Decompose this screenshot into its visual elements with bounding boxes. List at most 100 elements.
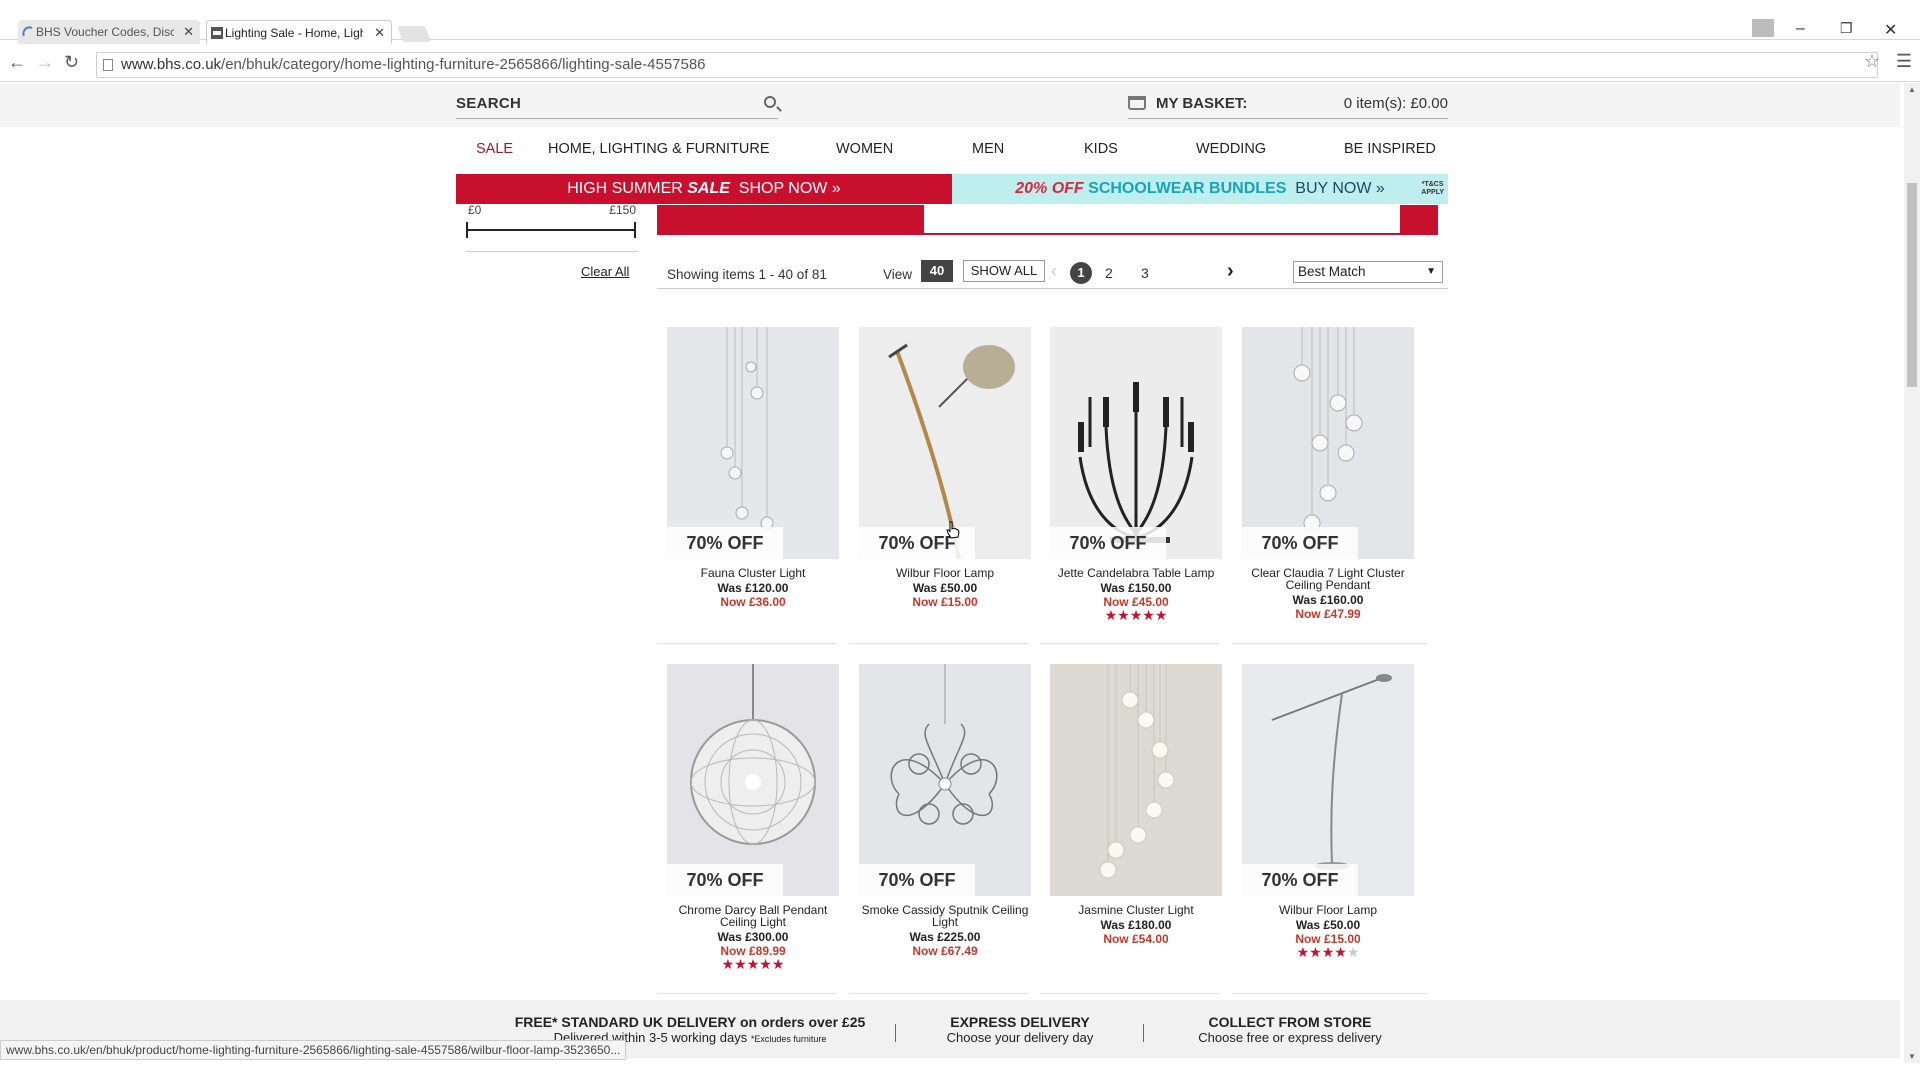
nav-men[interactable]: MEN	[972, 141, 1004, 157]
nav-home-lighting-furniture[interactable]: HOME, LIGHTING & FURNITURE	[548, 141, 770, 157]
close-window-icon[interactable]: ✕	[1884, 20, 1897, 40]
promo-shop-now: SHOP NOW »	[738, 180, 841, 197]
sort-select[interactable]: Best Match ▼	[1293, 261, 1443, 283]
product-name[interactable]: Jette Candelabra Table Lamp	[1050, 567, 1222, 579]
page-1-button[interactable]: 1	[1070, 262, 1092, 284]
divider	[895, 1024, 896, 1042]
page-2-link[interactable]: 2	[1105, 265, 1113, 281]
view-label: View	[883, 267, 913, 282]
bookmark-star-icon[interactable]: ☆	[1864, 51, 1880, 72]
search-icon[interactable]	[764, 96, 776, 108]
product-image[interactable]: 70% OFF	[667, 664, 839, 896]
promo-summer-sale[interactable]: HIGH SUMMER SALE SHOP NOW »	[456, 174, 952, 204]
restore-icon[interactable]: ❐	[1840, 20, 1853, 37]
new-tab-button[interactable]	[397, 26, 431, 42]
product-name[interactable]: Wilbur Floor Lamp	[859, 567, 1031, 579]
product-image[interactable]: 70% OFF	[1242, 327, 1414, 559]
profile-icon[interactable]	[1752, 19, 1774, 37]
view-40-button[interactable]: 40	[921, 260, 953, 282]
nav-sale[interactable]: SALE	[476, 141, 513, 157]
product-image[interactable]: 70% OFF	[859, 664, 1031, 896]
browser-menu-icon[interactable]: ☰	[1896, 51, 1912, 72]
divider	[466, 251, 638, 252]
price-slider-track[interactable]	[466, 229, 636, 231]
star-filled-icon: ★	[1104, 607, 1118, 623]
product-was-price: Was £180.00	[1100, 918, 1172, 932]
product-name[interactable]: Wilbur Floor Lamp	[1242, 904, 1414, 916]
collect-from-store-info[interactable]: COLLECT FROM STORE Choose free or expres…	[1175, 1014, 1405, 1045]
nav-be-inspired[interactable]: BE INSPIRED	[1344, 141, 1436, 157]
forward-icon[interactable]: →	[36, 52, 54, 73]
price-slider-max-handle[interactable]	[634, 222, 636, 238]
price-min: £0	[468, 203, 482, 217]
product-was-price: Was £160.00	[1292, 593, 1364, 607]
sort-value: Best Match	[1298, 264, 1366, 279]
tab-close-icon[interactable]: ✕	[183, 20, 194, 44]
discount-badge: 70% OFF	[859, 864, 975, 896]
nav-women[interactable]: WOMEN	[836, 141, 893, 157]
search-input[interactable]: SEARCH	[456, 93, 778, 119]
star-filled-icon: ★	[1321, 944, 1335, 960]
discount-badge: 70% OFF	[1242, 864, 1358, 896]
results-count: Showing items 1 - 40 of 81	[667, 267, 827, 282]
product-image[interactable]: 70% OFF	[1050, 327, 1222, 559]
url-path: /en/bhuk/category/home-lighting-furnitur…	[221, 56, 706, 73]
collect-sub: Choose free or express delivery	[1198, 1030, 1382, 1045]
product-name[interactable]: Jasmine Cluster Light	[1050, 904, 1222, 916]
back-icon[interactable]: ←	[8, 52, 26, 73]
star-filled-icon: ★	[759, 956, 772, 972]
product-name[interactable]: Fauna Cluster Light	[667, 567, 839, 579]
promo-schoolwear[interactable]: 20% OFF SCHOOLWEAR BUNDLES BUY NOW » *T&…	[952, 174, 1448, 204]
scroll-up-icon[interactable]: ▲	[1908, 85, 1916, 94]
divider	[1040, 993, 1220, 994]
price-slider-min-handle[interactable]	[466, 222, 468, 238]
browser-tab-voucher[interactable]: BHS Voucher Codes, Disc ✕	[18, 20, 200, 44]
discount-badge: 70% OFF	[667, 864, 783, 896]
product-was-price: Was £50.00	[1295, 918, 1361, 932]
prev-page-icon[interactable]: ‹	[1051, 261, 1057, 282]
status-bar-url: www.bhs.co.uk/en/bhuk/product/home-light…	[0, 1040, 627, 1060]
product-image[interactable]: 70% OFF	[667, 327, 839, 559]
product-name[interactable]: Chrome Darcy Ball Pendant Ceiling Light	[667, 904, 839, 928]
product-was-price: Was £120.00	[717, 581, 789, 595]
tab-close-icon[interactable]: ✕	[374, 21, 385, 45]
basket-summary[interactable]: MY BASKET: 0 item(s): £0.00	[1128, 93, 1448, 119]
scroll-thumb[interactable]	[1907, 183, 1917, 387]
page-3-link[interactable]: 3	[1141, 265, 1149, 281]
scroll-down-icon[interactable]: ▼	[1908, 1052, 1916, 1061]
star-filled-icon: ★	[1117, 607, 1130, 623]
star-rating: ★★★★★	[667, 956, 839, 973]
url-field[interactable]: www.bhs.co.uk/en/bhuk/category/home-ligh…	[96, 52, 1878, 78]
product-image[interactable]	[1050, 664, 1222, 896]
address-bar: ← → ↻ www.bhs.co.uk/en/bhuk/category/hom…	[0, 48, 1920, 82]
cluster-light-image	[720, 327, 774, 530]
nav-wedding[interactable]: WEDDING	[1196, 141, 1266, 157]
product-name[interactable]: Clear Claudia 7 Light Cluster Ceiling Pe…	[1242, 567, 1414, 591]
price-max: £150	[609, 203, 636, 217]
divider	[1232, 643, 1428, 644]
reload-icon[interactable]: ↻	[64, 52, 79, 73]
nav-kids[interactable]: KIDS	[1084, 141, 1118, 157]
promo-tacs-1: *T&CS	[1421, 181, 1444, 188]
express-delivery-info[interactable]: EXPRESS DELIVERY Choose your delivery da…	[920, 1014, 1120, 1045]
floor-lamp-image	[1271, 674, 1392, 870]
search-label: SEARCH	[456, 95, 522, 112]
show-all-button[interactable]: SHOW ALL	[963, 260, 1045, 282]
divider	[1143, 1024, 1144, 1042]
product-image[interactable]: 70% OFF	[1242, 664, 1414, 896]
minimize-icon[interactable]: –	[1796, 20, 1805, 38]
product-name[interactable]: Smoke Cassidy Sputnik Ceiling Light	[859, 904, 1031, 928]
product-was-price: Was £225.00	[909, 930, 981, 944]
clear-all-link[interactable]: Clear All	[581, 264, 629, 279]
basket-value: 0 item(s): £0.00	[1343, 95, 1448, 112]
product-image[interactable]: 70% OFF	[859, 327, 1031, 559]
star-filled-icon: ★	[1129, 607, 1143, 623]
express-delivery-heading: EXPRESS DELIVERY	[950, 1014, 1090, 1030]
category-banner[interactable]	[657, 205, 1438, 235]
jasmine-cluster-image	[1099, 664, 1175, 879]
vertical-scrollbar[interactable]: ▲ ▼	[1904, 83, 1920, 1063]
next-page-icon[interactable]: ›	[1227, 260, 1234, 283]
browser-tab-lighting-sale[interactable]: Lighting Sale - Home, Ligh ✕	[206, 20, 392, 44]
discount-badge: 70% OFF	[1050, 527, 1166, 559]
promo-buy-now: BUY NOW »	[1295, 180, 1385, 197]
